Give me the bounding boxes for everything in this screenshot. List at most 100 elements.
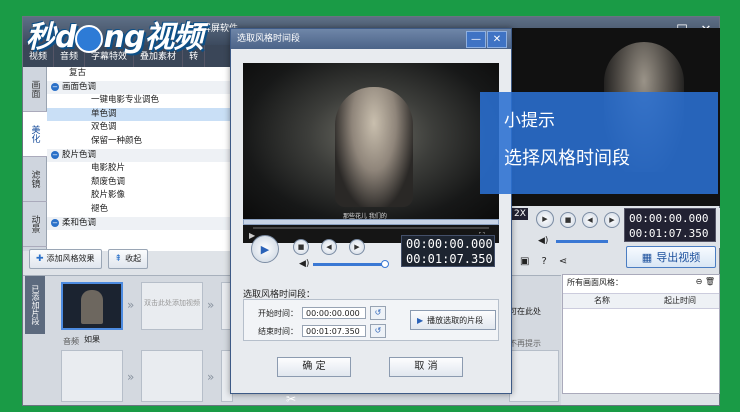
arrow-icon: »: [127, 298, 135, 312]
effect-label: 一键电影专业调色: [91, 95, 160, 106]
side-tab-beautify[interactable]: 美化: [23, 112, 47, 157]
effect-label: 复古: [69, 68, 87, 78]
volume-icon[interactable]: ◀): [538, 236, 548, 246]
empty-clip-slot[interactable]: 双击此处添加视频: [141, 282, 203, 330]
side-tab-picture[interactable]: 画面: [23, 67, 47, 112]
col-name: 名称: [594, 296, 610, 305]
effect-group[interactable]: − 胶片色调: [47, 148, 234, 163]
back-icon[interactable]: ⊖: [696, 277, 703, 286]
clip-thumbnail[interactable]: [61, 282, 123, 330]
effect-item[interactable]: 褪色: [47, 203, 234, 217]
help-icon[interactable]: ?: [541, 256, 546, 267]
effect-item[interactable]: 颓废色调: [47, 176, 234, 190]
dialog-window-buttons: — ✕: [466, 31, 507, 48]
scissors-icon[interactable]: ✂: [286, 392, 296, 406]
effect-label: 双色调: [91, 122, 117, 133]
play-icon[interactable]: ▶: [536, 210, 554, 228]
added-clips-label: 已添加片段: [25, 276, 45, 334]
dialog-play-button[interactable]: ▶: [251, 235, 279, 263]
effect-item[interactable]: 单色调: [47, 107, 234, 122]
dialog-minimize-button[interactable]: —: [466, 31, 486, 48]
effect-item[interactable]: 一键电影专业调色: [47, 94, 234, 108]
export-video-button[interactable]: ▦ 导出视频: [626, 246, 716, 268]
dialog-volume-slider[interactable]: [313, 263, 385, 266]
effect-label: 电影胶片: [91, 163, 126, 174]
timeline-range-bar[interactable]: [243, 219, 499, 225]
tip-title: 小提示: [504, 111, 555, 131]
effect-group[interactable]: − 柔和色调: [47, 216, 234, 231]
audio-slot[interactable]: [141, 350, 203, 402]
arrow-icon: »: [207, 298, 215, 312]
video-figure: [335, 87, 413, 207]
save-icon[interactable]: ▣: [520, 256, 529, 267]
tip-overlay: 小提示 选择风格时间段: [480, 92, 718, 194]
audio-track-label: 音频: [63, 337, 79, 346]
collapse-group-icon[interactable]: −: [51, 82, 59, 91]
export-icon: ▦: [641, 250, 653, 264]
video-progress-bar[interactable]: [253, 227, 489, 229]
next-frame-icon[interactable]: ▶: [604, 212, 620, 228]
clip-figure: [81, 290, 103, 324]
watermark-logo: 秒d ng视频: [26, 20, 203, 55]
arrow-icon: »: [127, 370, 135, 384]
time-range-fieldset: 开始时间： 00:00:00.000 ↺ 结束时间： 00:01:07.350 …: [243, 299, 499, 341]
right-time-display: 00:00:00.000 00:01:07.350: [624, 208, 716, 242]
ok-button[interactable]: 确 定: [277, 357, 351, 377]
end-time-input[interactable]: 00:01:07.350: [302, 325, 366, 337]
trash-icon[interactable]: 🗑: [705, 277, 715, 286]
effect-item[interactable]: 复古: [47, 67, 234, 81]
effect-group[interactable]: − 画面色调: [47, 80, 234, 95]
audio-slot[interactable]: [61, 350, 123, 402]
effect-label: 单色调: [91, 108, 117, 119]
side-tab-motion[interactable]: 动景: [23, 202, 47, 247]
collapse-group-icon[interactable]: −: [51, 150, 59, 159]
right-player-controls: 2X ▶ ■ ◀ ▶ ◀) 00:00:00.000 00:01:07.350: [490, 208, 720, 248]
effect-item[interactable]: 胶片影像: [47, 189, 234, 203]
stop-icon[interactable]: ■: [560, 212, 576, 228]
dialog-volume-icon[interactable]: ◀): [299, 259, 309, 269]
toolbar-icons: ▣ ? ⋖: [520, 256, 567, 267]
start-time-row: 开始时间： 00:00:00.000 ↺: [258, 306, 386, 320]
add-effect-button[interactable]: ✚ 添加风格效果: [29, 249, 102, 269]
collapse-button[interactable]: ⇞ 收起: [107, 249, 149, 269]
play-selected-segment-button[interactable]: ▶ 播放选取的片段: [410, 310, 496, 330]
effect-item[interactable]: 双色调: [47, 121, 234, 135]
audio-slot[interactable]: [509, 350, 559, 402]
share-icon[interactable]: ⋖: [559, 256, 567, 267]
dialog-prev-icon[interactable]: ◀: [321, 239, 337, 255]
dialog-next-icon[interactable]: ▶: [349, 239, 365, 255]
dialog-time-display: 00:00:00.000 00:01:07.350: [401, 235, 495, 267]
side-tab-filter[interactable]: 滤镜: [23, 157, 47, 202]
end-time-row: 结束时间： 00:01:07.350 ↺: [258, 324, 386, 338]
collapse-group-icon[interactable]: −: [51, 218, 59, 227]
effect-label: 褪色: [91, 203, 109, 214]
style-list-title: 所有画面风格：: [567, 278, 623, 287]
hint-text-a: 可在此处: [509, 307, 541, 316]
dialog-title: 选取风格时间段 — ✕: [231, 29, 511, 49]
collapse-icon: ⇞: [114, 254, 123, 264]
effect-label: 颓废色调: [91, 176, 126, 187]
pick-end-icon[interactable]: ↺: [370, 324, 386, 338]
cancel-button[interactable]: 取 消: [389, 357, 463, 377]
prev-frame-icon[interactable]: ◀: [582, 212, 598, 228]
hint-text-b: 不再提示: [509, 339, 541, 348]
style-list-panel: 所有画面风格： ⊖ 🗑 名称 起止时间: [562, 274, 720, 394]
volume-slider[interactable]: [556, 240, 608, 243]
arrow-icon: »: [207, 370, 215, 384]
end-time-label: 结束时间：: [258, 326, 298, 336]
effect-label: 画面色调: [62, 81, 97, 92]
plus-icon: ✚: [36, 254, 44, 264]
dialog-stop-icon[interactable]: ■: [293, 239, 309, 255]
tip-text: 选择风格时间段: [504, 148, 630, 169]
video-preview: 那些花儿 我们的 ▶ ⛶: [243, 63, 499, 243]
dialog-volume-knob[interactable]: [381, 260, 389, 268]
dialog-close-button[interactable]: ✕: [487, 31, 507, 48]
start-time-input[interactable]: 00:00:00.000: [302, 307, 366, 319]
effect-item[interactable]: 保留一种颜色: [47, 135, 234, 149]
current-time: 00:00:00.000: [406, 237, 493, 251]
effect-item[interactable]: 电影胶片: [47, 162, 234, 176]
play-icon: ▶: [417, 315, 424, 325]
side-tab-bar: 画面 美化 滤镜 动景: [23, 67, 47, 251]
pick-start-icon[interactable]: ↺: [370, 306, 386, 320]
speed-label[interactable]: 2X: [512, 208, 528, 220]
